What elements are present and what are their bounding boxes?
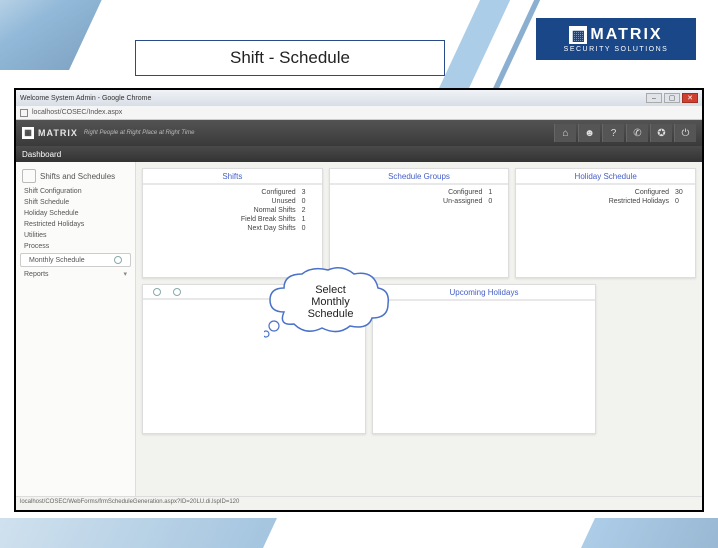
globe-icon[interactable]: ☻ bbox=[578, 124, 600, 142]
logo-mark-icon: ▦ bbox=[569, 26, 587, 44]
panel-holiday-schedule: Holiday Schedule Configured30 Restricted… bbox=[515, 168, 696, 278]
stat-row: Configured30 bbox=[522, 188, 689, 197]
page-icon bbox=[20, 109, 28, 117]
sidebar-reports-label: Reports bbox=[24, 271, 49, 278]
panel-upcoming-holidays: Upcoming Holidays bbox=[372, 284, 596, 434]
window-close-button[interactable]: ✕ bbox=[682, 93, 698, 103]
sidebar-item-shift-schedule[interactable]: Shift Schedule bbox=[16, 197, 135, 208]
tab-bar: Dashboard bbox=[16, 146, 702, 162]
decor-stripe-br bbox=[581, 518, 718, 548]
sidebar-item-shift-config[interactable]: Shift Configuration bbox=[16, 186, 135, 197]
home-icon[interactable]: ⌂ bbox=[554, 124, 576, 142]
tab-dashboard[interactable]: Dashboard bbox=[22, 150, 61, 159]
app-brand: MATRIX bbox=[38, 128, 78, 138]
window-title-bar: Welcome System Admin - Google Chrome – ▢… bbox=[16, 90, 702, 106]
stat-row: Unused0 bbox=[149, 197, 316, 206]
sidebar-item-holiday-schedule[interactable]: Holiday Schedule bbox=[16, 208, 135, 219]
panel-shifts-title: Shifts bbox=[143, 169, 322, 185]
panel-schedule-groups: Schedule Groups Configured1 Un-assigned0 bbox=[329, 168, 510, 278]
status-url: localhost/COSEC/WebForms/frmScheduleGene… bbox=[20, 499, 239, 505]
decor-stripe-bl bbox=[0, 518, 277, 548]
dashboard-main: Shifts Configured3 Unused0 Normal Shifts… bbox=[136, 162, 702, 496]
logo-tagline: SECURITY SOLUTIONS bbox=[564, 46, 669, 53]
power-icon[interactable]: ⏻ bbox=[674, 124, 696, 142]
sidebar-item-label: Monthly Schedule bbox=[29, 257, 85, 264]
window-title: Welcome System Admin - Google Chrome bbox=[20, 95, 151, 102]
decor-stripe-tl bbox=[0, 0, 111, 70]
app-tagline: Right People at Right Place at Right Tim… bbox=[84, 130, 195, 136]
panel-schedule-groups-title: Schedule Groups bbox=[330, 169, 509, 185]
shifts-schedules-icon bbox=[22, 169, 36, 183]
sidebar-group-title: Shifts and Schedules bbox=[40, 172, 115, 181]
stat-row: Next Day Shifts0 bbox=[149, 224, 316, 233]
indicator-icon bbox=[153, 288, 161, 296]
stat-row: Field Break Shifts1 bbox=[149, 215, 316, 224]
sidebar-item-utilities[interactable]: Utilities bbox=[16, 230, 135, 241]
refresh-icon[interactable] bbox=[114, 256, 122, 264]
panel-upcoming-holidays-title: Upcoming Holidays bbox=[373, 285, 595, 301]
stat-row: Normal Shifts2 bbox=[149, 206, 316, 215]
stat-row: Configured3 bbox=[149, 188, 316, 197]
phone-icon[interactable]: ✆ bbox=[626, 124, 648, 142]
app-header: ▦ MATRIX Right People at Right Place at … bbox=[16, 120, 702, 146]
sidebar-group-header: Shifts and Schedules bbox=[16, 166, 135, 186]
panel-shifts: Shifts Configured3 Unused0 Normal Shifts… bbox=[142, 168, 323, 278]
help-icon[interactable]: ? bbox=[602, 124, 624, 142]
address-bar[interactable]: localhost/COSEC/Index.aspx bbox=[16, 106, 702, 120]
sidebar-item-reports[interactable]: Reports ▾ bbox=[16, 268, 135, 280]
stat-row: Restricted Holidays0 bbox=[522, 197, 689, 206]
stat-row: Un-assigned0 bbox=[336, 197, 503, 206]
settings-icon[interactable]: ✪ bbox=[650, 124, 672, 142]
sidebar-item-process[interactable]: Process bbox=[16, 241, 135, 252]
slide-title: Shift - Schedule bbox=[230, 48, 350, 68]
slide-title-box: Shift - Schedule bbox=[135, 40, 445, 76]
address-url: localhost/COSEC/Index.aspx bbox=[32, 109, 122, 116]
sidebar: Shifts and Schedules Shift Configuration… bbox=[16, 162, 136, 496]
app-logo-icon: ▦ bbox=[22, 127, 34, 139]
panel-holiday-schedule-title: Holiday Schedule bbox=[516, 169, 695, 185]
status-bar: localhost/COSEC/WebForms/frmScheduleGene… bbox=[16, 496, 702, 510]
sidebar-item-restricted-holidays[interactable]: Restricted Holidays bbox=[16, 219, 135, 230]
indicator-icon bbox=[173, 288, 181, 296]
chevron-down-icon: ▾ bbox=[123, 270, 127, 278]
matrix-logo: ▦ MATRIX SECURITY SOLUTIONS bbox=[536, 18, 696, 60]
sidebar-item-monthly-schedule[interactable]: Monthly Schedule bbox=[20, 253, 131, 267]
callout-bubble: Select Monthly Schedule bbox=[264, 264, 394, 338]
window-minimize-button[interactable]: – bbox=[646, 93, 662, 103]
window-maximize-button[interactable]: ▢ bbox=[664, 93, 680, 103]
logo-name: MATRIX bbox=[590, 26, 662, 44]
callout-text: Select Monthly Schedule bbox=[288, 284, 373, 320]
stat-row: Configured1 bbox=[336, 188, 503, 197]
